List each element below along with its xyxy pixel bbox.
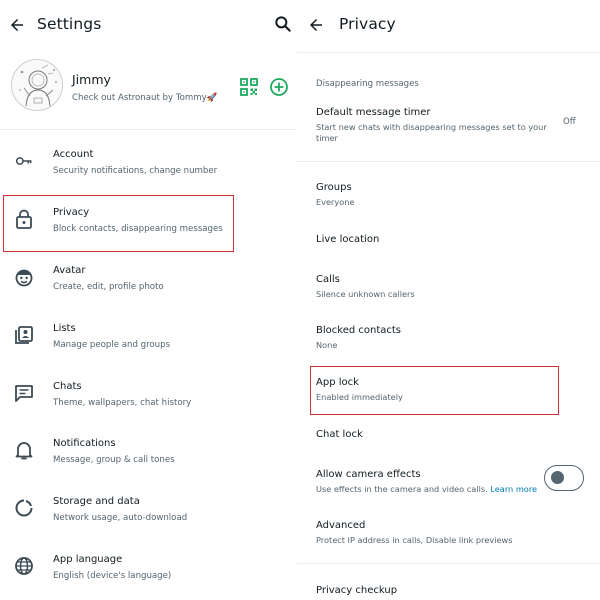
contacts-list-icon: [14, 325, 34, 345]
settings-item-label: Account: [53, 149, 94, 160]
settings-item-label: Avatar: [53, 265, 86, 276]
settings-item-privacy[interactable]: Privacy Block contacts, disappearing mes…: [0, 207, 296, 263]
settings-item-label: Lists: [53, 323, 76, 334]
qr-code-icon[interactable]: [240, 78, 258, 96]
globe-icon: [14, 556, 34, 576]
bell-icon: [14, 440, 34, 460]
calls-label: Calls: [316, 274, 340, 285]
profile-about: Check out Astronaut by Tommy🚀: [72, 93, 218, 103]
blocked-contacts-subtitle: None: [316, 340, 338, 350]
camera-effects-label: Allow camera effects: [316, 469, 421, 480]
camera-effects-subtitle: Use effects in the camera and video call…: [316, 484, 537, 495]
settings-item-subtitle: Block contacts, disappearing messages: [53, 224, 223, 234]
divider: [0, 129, 296, 130]
profile-name: Jimmy: [72, 72, 111, 87]
chat-lock-label: Chat lock: [316, 429, 363, 440]
avatar[interactable]: [11, 59, 63, 111]
privacy-item-app-lock[interactable]: App lock Enabled immediately: [297, 377, 600, 407]
default-message-timer-subtitle: Start new chats with disappearing messag…: [316, 122, 547, 143]
settings-item-subtitle: Message, group & call tones: [53, 455, 175, 465]
settings-panel: Settings Jimmy Check out Astronaut by To…: [0, 0, 296, 600]
storage-circle-icon: [14, 498, 34, 518]
section-header-disappearing: Disappearing messages: [316, 79, 419, 89]
app-lock-label: App lock: [316, 377, 359, 388]
settings-item-label: Chats: [53, 381, 82, 392]
live-location-label: Live location: [316, 234, 380, 245]
default-message-timer-value: Off: [563, 117, 576, 127]
settings-item-app-language[interactable]: App language English (device's language): [0, 554, 296, 600]
settings-item-label: Privacy: [53, 207, 90, 218]
page-title: Settings: [37, 15, 102, 33]
settings-item-subtitle: Network usage, auto-download: [53, 513, 188, 523]
privacy-item-advanced[interactable]: Advanced Protect IP address in calls, Di…: [297, 520, 600, 550]
privacy-item-groups[interactable]: Groups Everyone: [297, 182, 600, 212]
advanced-subtitle: Protect IP address in calls, Disable lin…: [316, 535, 513, 545]
settings-item-avatar[interactable]: Avatar Create, edit, profile photo: [0, 265, 296, 321]
app-lock-subtitle: Enabled immediately: [316, 392, 403, 402]
settings-item-subtitle: Security notifications, change number: [53, 166, 218, 176]
settings-item-notifications[interactable]: Notifications Message, group & call tone…: [0, 438, 296, 494]
avatar-face-icon: [14, 267, 34, 287]
groups-subtitle: Everyone: [316, 197, 355, 207]
search-icon[interactable]: [273, 14, 295, 36]
settings-item-storage[interactable]: Storage and data Network usage, auto-dow…: [0, 496, 296, 552]
privacy-item-chat-lock[interactable]: Chat lock: [297, 429, 600, 449]
privacy-item-live-location[interactable]: Live location: [297, 234, 600, 254]
settings-app-bar: Settings: [0, 0, 296, 52]
privacy-panel: Privacy Disappearing messages Default me…: [297, 0, 600, 600]
settings-item-label: Notifications: [53, 438, 116, 449]
privacy-item-camera-effects[interactable]: Allow camera effects Use effects in the …: [297, 469, 537, 499]
divider: [297, 52, 600, 53]
camera-effects-description: Use effects in the camera and video call…: [316, 484, 488, 494]
back-arrow-icon[interactable]: [305, 14, 327, 36]
advanced-label: Advanced: [316, 520, 366, 531]
privacy-item-calls[interactable]: Calls Silence unknown callers: [297, 274, 600, 304]
page-title: Privacy: [339, 15, 396, 33]
settings-item-lists[interactable]: Lists Manage people and groups: [0, 323, 296, 379]
groups-label: Groups: [316, 182, 352, 193]
learn-more-link[interactable]: Learn more: [490, 484, 537, 494]
chat-icon: [14, 383, 34, 403]
settings-item-subtitle: English (device's language): [53, 571, 172, 581]
privacy-item-blocked-contacts[interactable]: Blocked contacts None: [297, 325, 600, 355]
settings-item-label: Storage and data: [53, 496, 140, 507]
settings-item-chats[interactable]: Chats Theme, wallpapers, chat history: [0, 381, 296, 437]
back-arrow-icon[interactable]: [6, 14, 28, 36]
blocked-contacts-label: Blocked contacts: [316, 325, 401, 336]
settings-item-subtitle: Manage people and groups: [53, 340, 171, 350]
lock-icon: [14, 209, 34, 229]
settings-item-label: App language: [53, 554, 123, 565]
privacy-checkup-label: Privacy checkup: [316, 585, 398, 596]
calls-subtitle: Silence unknown callers: [316, 289, 415, 299]
default-message-timer-row[interactable]: Default message timer Start new chats wi…: [297, 107, 600, 147]
key-icon: [14, 151, 34, 171]
divider: [297, 161, 600, 162]
privacy-app-bar: Privacy: [297, 0, 600, 52]
settings-item-account[interactable]: Account Security notifications, change n…: [0, 149, 296, 205]
astronaut-sketch-icon: [19, 64, 58, 107]
divider: [297, 563, 600, 564]
settings-item-subtitle: Create, edit, profile photo: [53, 282, 164, 292]
toggle-knob: [551, 471, 564, 484]
settings-item-subtitle: Theme, wallpapers, chat history: [53, 398, 192, 408]
camera-effects-toggle[interactable]: [544, 465, 584, 491]
default-message-timer-label: Default message timer: [316, 107, 431, 118]
privacy-item-privacy-checkup[interactable]: Privacy checkup: [297, 585, 600, 600]
profile-row[interactable]: Jimmy Check out Astronaut by Tommy🚀: [0, 56, 296, 126]
add-account-icon[interactable]: [269, 77, 289, 97]
